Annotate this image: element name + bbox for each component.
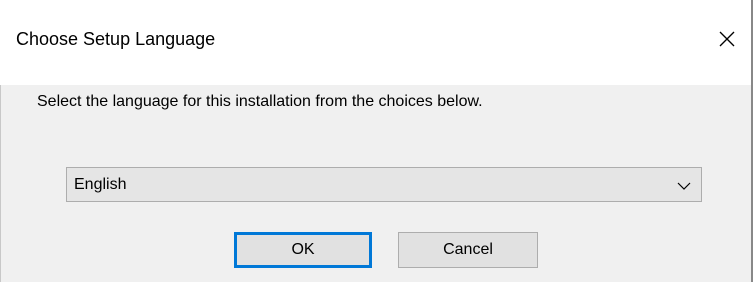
language-select[interactable]: English (66, 167, 702, 202)
ok-button[interactable]: OK (234, 232, 372, 268)
close-button[interactable] (705, 18, 749, 60)
setup-language-dialog: Choose Setup Language Select the languag… (0, 0, 753, 282)
title-bar[interactable]: Choose Setup Language (0, 0, 753, 85)
window-left-border (0, 85, 1, 282)
close-icon (718, 30, 736, 48)
window-title: Choose Setup Language (16, 29, 216, 49)
cancel-button[interactable]: Cancel (398, 232, 538, 268)
ok-button-label: OK (291, 241, 315, 258)
chevron-down-icon (677, 179, 691, 191)
language-select-value: English (74, 176, 127, 193)
cancel-button-label: Cancel (443, 241, 493, 258)
instruction-text: Select the language for this installatio… (37, 93, 483, 110)
